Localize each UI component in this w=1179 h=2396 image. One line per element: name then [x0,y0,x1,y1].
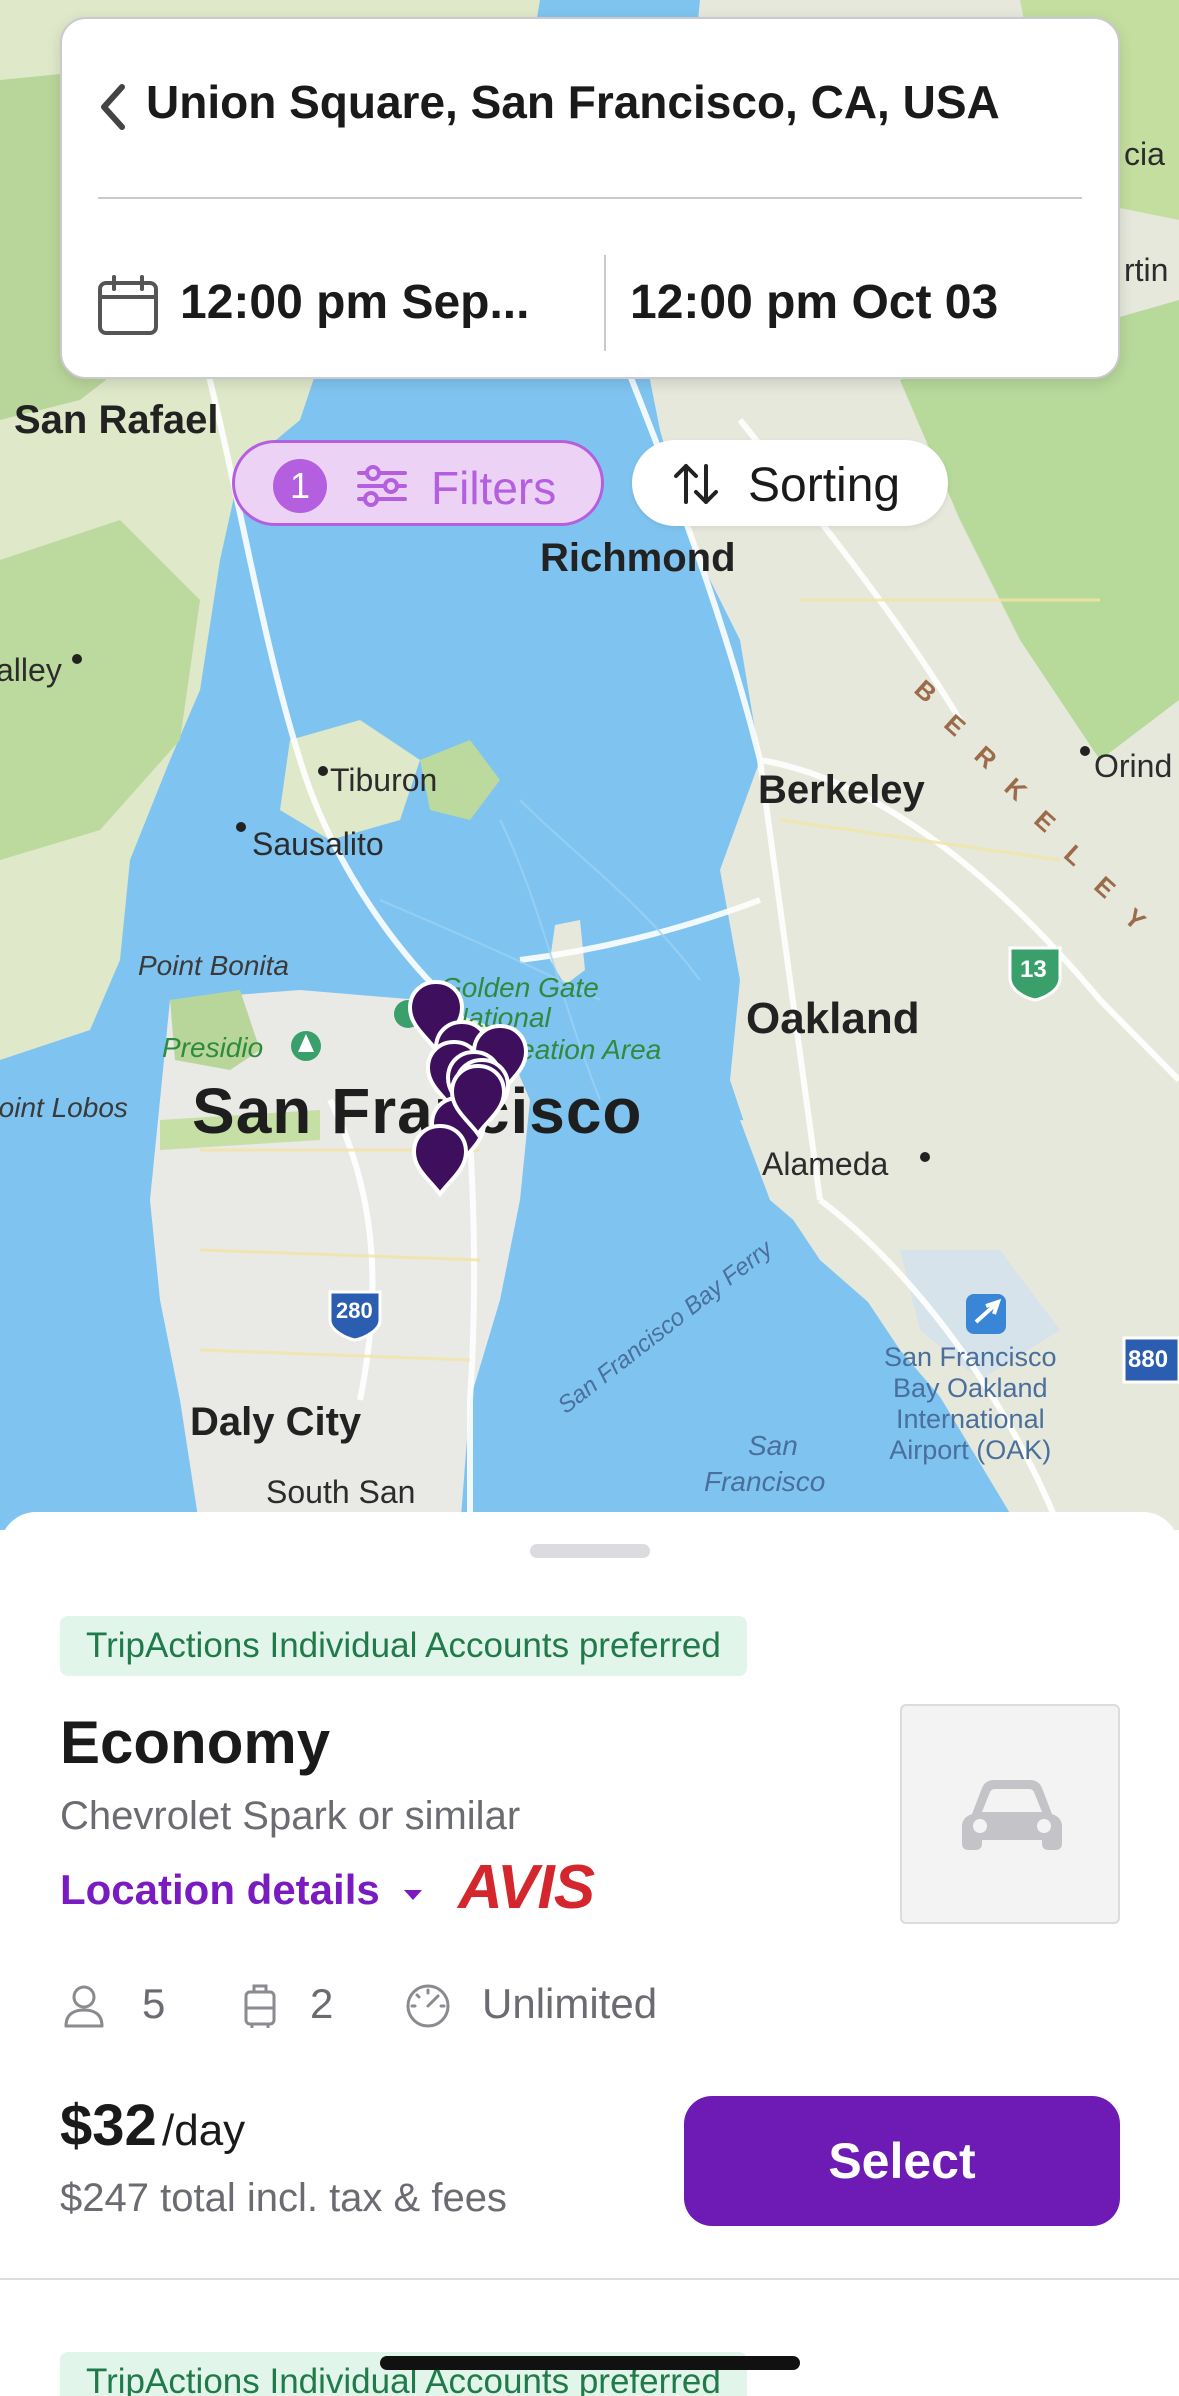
spec-passengers: 5 [60,1974,200,2034]
chevron-left-icon[interactable] [92,77,132,137]
price-per-day: $32 [60,2093,157,2158]
person-icon [64,1985,104,2028]
filters-count-badge: 1 [273,459,327,513]
dropoff-date[interactable]: 12:00 pm Oct 03 [630,275,998,330]
caret-down-icon[interactable] [400,1886,426,1904]
sort-arrows-icon [674,464,718,504]
car-image [900,1704,1120,1924]
car-class: Economy [60,1709,331,1776]
map-pin[interactable] [411,1123,469,1198]
price-per-day-suffix: /day [162,2106,246,2155]
sliders-icon [357,465,407,507]
location-details-link[interactable]: Location details [60,1866,380,1914]
mileage-value: Unlimited [482,1980,658,2027]
results-sheet[interactable]: TripActions Individual Accounts preferre… [0,1512,1179,2396]
select-button[interactable]: Select [684,2096,1120,2226]
search-card: Union Square, San Francisco, CA, USA 12:… [60,17,1120,379]
sheet-grabber[interactable] [530,1544,650,1558]
filters-button[interactable]: 1 Filters [232,440,604,526]
car-model: Chevrolet Spark or similar [60,1794,521,1838]
sorting-button[interactable]: Sorting [632,440,948,526]
home-indicator[interactable] [380,2356,800,2370]
car-icon [962,1780,1062,1850]
spec-mileage: Unlimited [404,1974,704,2034]
preferred-badge: TripActions Individual Accounts preferre… [60,1616,747,1676]
passenger-count: 5 [142,1980,166,2027]
divider [604,255,606,351]
total-price: $247 total incl. tax & fees [60,2176,507,2220]
spec-bags: 2 [236,1974,376,2034]
divider [98,197,1082,199]
sorting-label: Sorting [748,459,901,512]
filters-label: Filters [431,462,557,514]
divider [0,2278,1179,2280]
location-field[interactable]: Union Square, San Francisco, CA, USA [62,19,1118,199]
avis-logo: AVIS [458,1853,595,1922]
luggage-icon [244,1984,276,2028]
speedometer-icon [406,1984,450,2028]
calendar-icon [98,275,158,335]
bag-count: 2 [310,1980,334,2027]
pickup-date[interactable]: 12:00 pm Sep... [180,275,529,330]
location-text: Union Square, San Francisco, CA, USA [146,76,1000,128]
